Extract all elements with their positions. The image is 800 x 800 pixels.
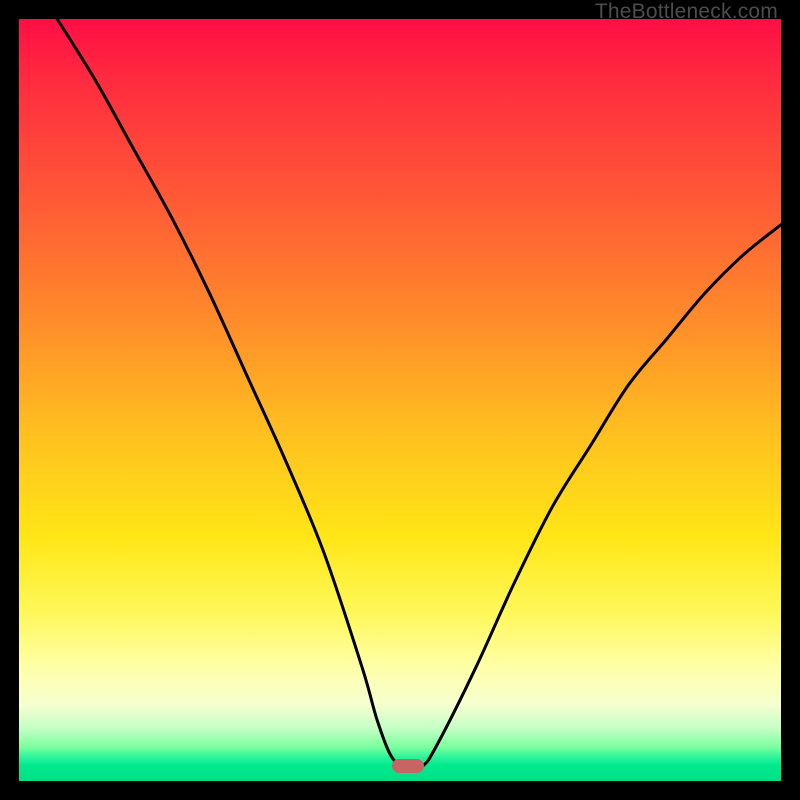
plot-area xyxy=(19,19,781,781)
optimal-marker xyxy=(392,759,424,773)
chart-frame: TheBottleneck.com xyxy=(0,0,800,800)
bottleneck-curve xyxy=(19,19,781,781)
